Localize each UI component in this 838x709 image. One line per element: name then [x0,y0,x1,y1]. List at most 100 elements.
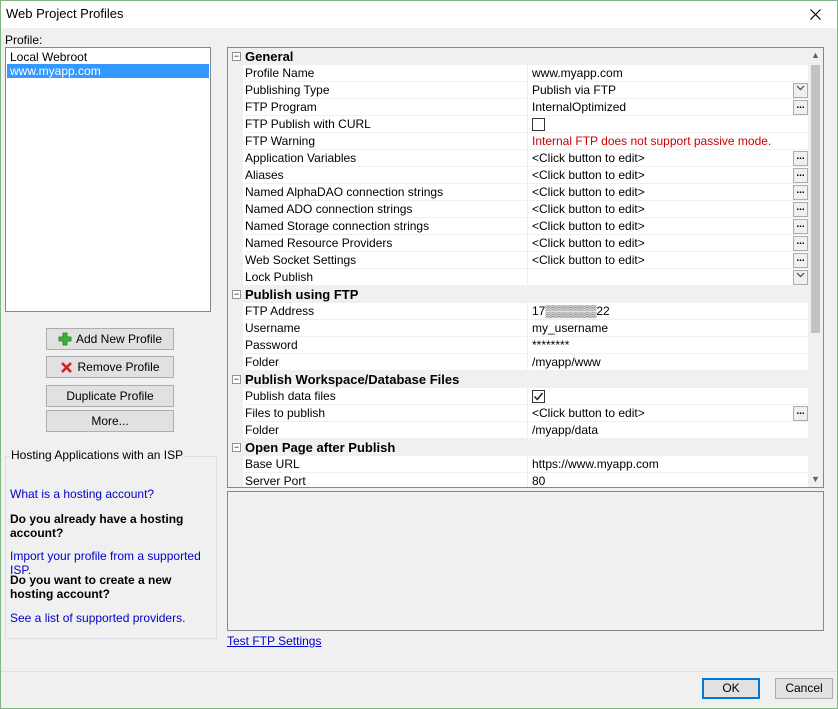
ellipsis-button[interactable]: ... [793,406,808,421]
ellipsis-button[interactable]: ... [793,100,808,115]
app-vars-value: <Click button to edit> [532,151,645,165]
row-ftp-curl[interactable]: FTP Publish with CURL [228,116,809,133]
category-label: Open Page after Publish [245,440,396,455]
supported-providers-link[interactable]: See a list of supported providers. [10,611,185,625]
window-title: Web Project Profiles [6,6,124,21]
property-grid[interactable]: − General Profile Name www.myapp.com Pub… [227,47,824,488]
row-files-to-publish[interactable]: Files to publish <Click button to edit> … [228,405,809,422]
property-value[interactable]: <Click button to edit> ... [529,184,809,201]
more-button[interactable]: More... [46,410,174,432]
ellipsis-button[interactable]: ... [793,219,808,234]
row-username[interactable]: Username my_username [228,320,809,337]
property-name: Server Port [245,473,528,487]
ellipsis-button[interactable]: ... [793,253,808,268]
duplicate-profile-button[interactable]: Duplicate Profile [46,385,174,407]
row-publishing-type[interactable]: Publishing Type Publish via FTP [228,82,809,99]
property-value[interactable]: <Click button to edit> ... [529,252,809,269]
row-ftp-address[interactable]: FTP Address 17▒▒▒▒▒▒22 [228,303,809,320]
property-name: Named AlphaDAO connection strings [245,184,528,201]
property-value[interactable]: <Click button to edit> ... [529,405,809,422]
profile-item-myapp[interactable]: www.myapp.com [7,64,209,78]
resource-value: <Click button to edit> [532,236,645,250]
test-ftp-settings-link[interactable]: Test FTP Settings [227,634,321,648]
property-name: Folder [245,422,528,439]
ellipsis-button[interactable]: ... [793,185,808,200]
alphadao-value: <Click button to edit> [532,185,645,199]
add-new-profile-button[interactable]: Add New Profile [46,328,174,350]
base-url-value[interactable]: https://www.myapp.com [529,456,809,473]
property-value[interactable]: <Click button to edit> ... [529,167,809,184]
remove-profile-button[interactable]: Remove Profile [46,356,174,378]
category-open-page[interactable]: − Open Page after Publish [228,439,809,456]
property-value[interactable]: <Click button to edit> ... [529,235,809,252]
ellipsis-button[interactable]: ... [793,151,808,166]
category-label: General [245,49,294,64]
property-value[interactable]: www.myapp.com [529,65,809,82]
row-password[interactable]: Password ******** [228,337,809,354]
category-publish-workspace[interactable]: − Publish Workspace/Database Files [228,371,809,388]
files-to-publish-value: <Click button to edit> [532,406,645,420]
property-name: Named Storage connection strings [245,218,528,235]
row-ftp-program[interactable]: FTP Program InternalOptimized ... [228,99,809,116]
property-value[interactable]: Publish via FTP [529,82,809,99]
property-value[interactable] [529,388,809,405]
property-value[interactable] [529,269,809,286]
ftp-address-value[interactable]: 17▒▒▒▒▒▒22 [529,303,809,320]
what-is-hosting-link[interactable]: What is a hosting account? [10,487,154,501]
property-value[interactable] [529,116,809,133]
row-server-port[interactable]: Server Port 80 [228,473,809,487]
server-port-value[interactable]: 80 [529,473,809,487]
ellipsis-button[interactable]: ... [793,168,808,183]
row-application-variables[interactable]: Application Variables <Click button to e… [228,150,809,167]
collapse-icon[interactable]: − [232,52,241,61]
storage-value: <Click button to edit> [532,219,645,233]
property-name: Lock Publish [245,269,528,286]
chevron-down-icon[interactable] [793,270,808,285]
property-value[interactable]: <Click button to edit> ... [529,150,809,167]
row-websocket-settings[interactable]: Web Socket Settings <Click button to edi… [228,252,809,269]
row-alphadao-connections[interactable]: Named AlphaDAO connection strings <Click… [228,184,809,201]
collapse-icon[interactable]: − [232,290,241,299]
hosting-isp-panel: Hosting Applications with an ISP What is… [5,448,217,639]
row-lock-publish[interactable]: Lock Publish [228,269,809,286]
property-value[interactable]: <Click button to edit> ... [529,201,809,218]
create-account-text: Do you want to create a new hosting acco… [10,573,172,601]
close-icon[interactable] [793,1,837,28]
category-publish-ftp[interactable]: − Publish using FTP [228,286,809,303]
scroll-thumb[interactable] [811,65,820,333]
password-value[interactable]: ******** [529,337,809,354]
property-name: Profile Name [245,65,528,82]
data-folder-value[interactable]: /myapp/data [529,422,809,439]
chevron-down-icon[interactable] [793,83,808,98]
ftp-curl-checkbox[interactable] [532,118,545,131]
profile-item-local-webroot[interactable]: Local Webroot [7,50,209,64]
publishing-type-value: Publish via FTP [532,83,617,97]
scroll-up-icon[interactable]: ▲ [808,48,823,63]
category-general[interactable]: − General [228,48,809,65]
row-storage-connections[interactable]: Named Storage connection strings <Click … [228,218,809,235]
row-base-url[interactable]: Base URL https://www.myapp.com [228,456,809,473]
ftp-folder-value[interactable]: /myapp/www [529,354,809,371]
property-value[interactable]: <Click button to edit> ... [529,218,809,235]
row-ado-connections[interactable]: Named ADO connection strings <Click butt… [228,201,809,218]
row-profile-name[interactable]: Profile Name www.myapp.com [228,65,809,82]
row-data-folder[interactable]: Folder /myapp/data [228,422,809,439]
row-publish-data-files[interactable]: Publish data files [228,388,809,405]
row-ftp-folder[interactable]: Folder /myapp/www [228,354,809,371]
property-value[interactable]: InternalOptimized ... [529,99,809,116]
grid-scrollbar[interactable]: ▲ ▼ [808,48,823,487]
cancel-button[interactable]: Cancel [775,678,833,699]
isp-panel-header: Hosting Applications with an ISP [10,448,185,462]
scroll-down-icon[interactable]: ▼ [808,472,823,487]
publish-data-checkbox[interactable] [532,390,545,403]
username-value[interactable]: my_username [529,320,809,337]
row-aliases[interactable]: Aliases <Click button to edit> ... [228,167,809,184]
ellipsis-button[interactable]: ... [793,236,808,251]
collapse-icon[interactable]: − [232,443,241,452]
ok-button[interactable]: OK [702,678,760,699]
property-name: FTP Warning [245,133,528,150]
collapse-icon[interactable]: − [232,375,241,384]
row-resource-providers[interactable]: Named Resource Providers <Click button t… [228,235,809,252]
ellipsis-button[interactable]: ... [793,202,808,217]
profile-list[interactable]: Local Webroot www.myapp.com [5,47,211,312]
